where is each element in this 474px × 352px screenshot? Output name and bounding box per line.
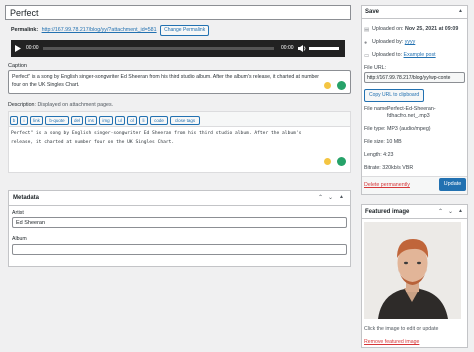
bitrate-label: Bitrate:: [364, 165, 381, 171]
length-row: Length: 4:23: [364, 152, 393, 158]
qt-ol-button[interactable]: ol: [127, 116, 137, 125]
permalink-url[interactable]: http://167.99.78.217/blog/yy/?attachment…: [42, 27, 157, 33]
audio-player: 00:00 00:00: [11, 40, 345, 57]
file-size-label: File size:: [364, 139, 385, 145]
copy-url-button[interactable]: Copy URL to clipboard: [364, 89, 425, 102]
collapse-icon[interactable]: ▲: [458, 208, 463, 214]
file-size-value: 10 MB: [386, 139, 402, 145]
move-down-icon[interactable]: ⌄: [448, 208, 453, 215]
featured-image-title: Featured image: [365, 209, 410, 215]
description-text: Perfect" is a song by English singer-son…: [11, 131, 302, 145]
file-url-value: http://167.99.78.217/blog/yy/wp-conte: [367, 75, 451, 81]
caption-textarea[interactable]: Perfect" is a song by English singer-son…: [8, 70, 351, 94]
file-url-label: File URL:: [364, 65, 387, 71]
uploaded-on-row: ▤ Uploaded on: Nov 25, 2021 at 09:09: [364, 26, 459, 33]
title-input[interactable]: Perfect: [5, 5, 351, 20]
featured-image-hint: Click the image to edit or update: [364, 326, 439, 332]
volume-slider[interactable]: [309, 47, 339, 50]
move-down-icon[interactable]: ⌄: [328, 194, 333, 201]
file-url-input[interactable]: http://167.99.78.217/blog/yy/wp-conte: [364, 72, 465, 83]
grammarly-icon[interactable]: [337, 81, 346, 90]
metadata-title: Metadata: [13, 195, 40, 201]
length-label: Length:: [364, 152, 382, 158]
change-permalink-button[interactable]: Change Permalink: [160, 25, 210, 36]
featured-image-thumbnail[interactable]: [364, 222, 461, 319]
emoji-icon[interactable]: [324, 158, 331, 165]
permalink-row: Permalink: http://167.99.78.217/blog/yy/…: [11, 25, 210, 36]
collapse-icon[interactable]: ▲: [339, 194, 344, 200]
file-type-value: MP3 (audio/mpeg): [386, 126, 431, 132]
uploaded-by-label: Uploaded by:: [372, 39, 404, 45]
bitrate-row: Bitrate: 320kb/s VBR: [364, 165, 413, 171]
metadata-panel: Metadata ⌃ ⌄ ▲ Artist Ed Sheeran Album: [8, 190, 351, 267]
qt-bold-button[interactable]: b: [10, 116, 18, 125]
uploaded-on-value: Nov 25, 2021 at 09:09: [405, 26, 459, 32]
uploaded-by-row: ● Uploaded by: yyyy: [364, 39, 416, 46]
move-up-icon[interactable]: ⌃: [318, 194, 323, 201]
length-value: 4:23: [383, 152, 394, 158]
artist-value: Ed Sheeran: [16, 220, 46, 226]
user-icon: ●: [364, 40, 368, 46]
file-type-row: File type: MP3 (audio/mpeg): [364, 126, 431, 132]
file-name-label: File name:: [364, 106, 389, 112]
volume-icon[interactable]: [298, 45, 306, 52]
qt-close-tags-button[interactable]: close tags: [170, 116, 200, 125]
bitrate-value: 320kb/s VBR: [382, 165, 414, 171]
update-button[interactable]: Update: [439, 178, 466, 191]
qt-ul-button[interactable]: ul: [115, 116, 125, 125]
remove-featured-image-link[interactable]: Remove featured image: [364, 339, 419, 345]
file-size-row: File size: 10 MB: [364, 139, 402, 145]
audio-progress-bar[interactable]: [43, 47, 274, 50]
qt-bquote-button[interactable]: b-quote: [45, 116, 69, 125]
featured-image-header: Featured image ⌃ ⌄ ▲: [362, 205, 467, 219]
uploaded-to-label: Uploaded to:: [372, 52, 403, 58]
artist-input[interactable]: Ed Sheeran: [12, 217, 347, 228]
caption-label: Caption: [8, 63, 27, 69]
grammarly-icon[interactable]: [337, 157, 346, 166]
file-name-value: Perfect-Ed-Sheeran-fdhacfro.net_.mp3: [387, 106, 436, 119]
move-up-icon[interactable]: ⌃: [438, 208, 443, 215]
uploaded-by-link[interactable]: yyyy: [405, 39, 416, 45]
audio-duration: 00:00: [281, 45, 294, 51]
delete-permanently-link[interactable]: Delete permanently: [364, 182, 410, 188]
permalink-label: Permalink:: [11, 27, 39, 33]
qt-img-button[interactable]: img: [99, 116, 113, 125]
title-text: Perfect: [10, 8, 39, 18]
document-icon: ▭: [364, 53, 370, 59]
artist-label: Artist: [12, 210, 24, 216]
calendar-icon: ▤: [364, 27, 370, 33]
play-icon[interactable]: [15, 45, 21, 52]
audio-current-time: 00:00: [26, 45, 39, 51]
album-label: Album: [12, 236, 27, 242]
uploaded-to-row: ▭ Uploaded to: Example post: [364, 52, 436, 59]
qt-code-button[interactable]: code: [150, 116, 168, 125]
portrait-image: [364, 222, 461, 319]
album-input[interactable]: [12, 244, 347, 255]
collapse-icon[interactable]: ▲: [458, 8, 463, 14]
save-title: Save: [365, 9, 380, 15]
file-type-label: File type:: [364, 126, 386, 132]
qt-ins-button[interactable]: ins: [85, 116, 97, 125]
caption-text: Perfect" is a song by English singer-son…: [12, 74, 320, 88]
description-note: : Displayed on attachment pages.: [34, 102, 114, 108]
metadata-header: Metadata ⌃ ⌄ ▲: [9, 191, 350, 206]
description-textarea[interactable]: Perfect" is a song by English singer-son…: [11, 130, 317, 170]
uploaded-on-label: Uploaded on:: [372, 26, 404, 32]
qt-del-button[interactable]: del: [71, 116, 83, 125]
description-label-row: Description: Displayed on attachment pag…: [8, 102, 113, 108]
emoji-icon[interactable]: [324, 82, 331, 89]
save-header: Save ▲: [362, 6, 467, 19]
uploaded-to-link[interactable]: Example post: [404, 52, 436, 58]
description-label: Description: [8, 102, 35, 108]
qt-li-button[interactable]: li: [139, 116, 148, 125]
qt-italic-button[interactable]: i: [20, 116, 28, 125]
qt-link-button[interactable]: link: [30, 116, 43, 125]
